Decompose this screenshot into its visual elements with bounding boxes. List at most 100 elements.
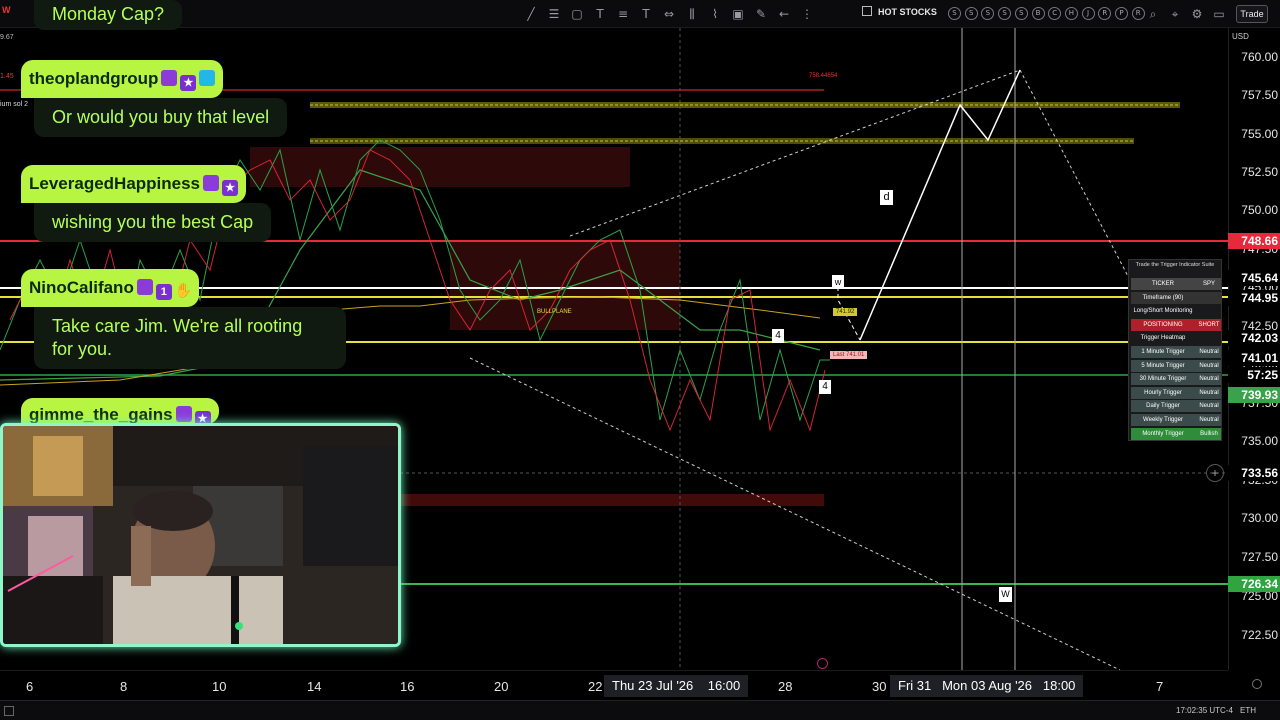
hot-stocks-label: HOT STOCKS (878, 7, 937, 17)
chat-username-4-text: gimme_the_gains (29, 405, 173, 424)
indicator-row-value: Bullish (1200, 430, 1218, 437)
text-T-icon[interactable]: T (591, 5, 609, 23)
time-tick: 7 (1156, 679, 1164, 694)
wave-w-label: w (832, 275, 844, 289)
price-tag: 744.95 (1228, 290, 1280, 306)
price-tick: 760.00 (1241, 50, 1278, 64)
fib-icon[interactable]: ≡ (614, 5, 632, 23)
chat-username-3: NinoCalifano 1 ✋ (21, 269, 199, 307)
indicator-row: Trigger Heatmap (1131, 332, 1221, 345)
hot-stocks-checkbox[interactable] (862, 6, 872, 16)
left-label: ium sol 2 (0, 101, 29, 108)
wave-d-label: d (880, 190, 893, 205)
bullplane-label: BULLPLANE (537, 309, 572, 315)
range-date-label: Fri 31 Mon 03 Aug '26 18:00 (890, 675, 1084, 697)
indicator-row-value: Neutral (1199, 362, 1219, 369)
indicator-row: POSITIONING SHORT (1131, 318, 1221, 331)
more-icon[interactable]: ⋮ (798, 5, 816, 23)
indicator-row-label: Weekly Trigger (1143, 417, 1183, 423)
symbol-shortcut-icon[interactable]: R (1098, 7, 1112, 20)
arrow-left-icon[interactable]: ← (775, 5, 793, 23)
trade-button[interactable]: Trade (1236, 5, 1268, 23)
symbol-shortcut-icon[interactable]: S (964, 7, 978, 20)
price-tick: 727.50 (1241, 550, 1278, 564)
indicator-panel: Trade the Trigger Indicator Suite TICKER… (1128, 259, 1222, 441)
symbol-shortcut-icon[interactable]: S (981, 7, 995, 20)
add-alert-icon[interactable]: + (1206, 464, 1224, 482)
symbol-shortcut-icon[interactable]: S (948, 7, 961, 20)
indicator-title: Trade the Trigger Indicator Suite (1135, 262, 1215, 268)
time-tick: 16 (400, 679, 415, 694)
indicator-row: 30 Minute Trigger Neutral (1131, 373, 1221, 386)
indicator-row-label: 5 Minute Trigger (1141, 362, 1185, 369)
horizontal-lines-icon[interactable]: ☰ (545, 5, 563, 23)
time-tick: 22 (588, 679, 603, 694)
vip-badge-icon: ★ (222, 180, 239, 196)
path-icon[interactable]: ⌇ (706, 5, 724, 23)
trend-down (1019, 69, 1131, 281)
price-tag: 57:25 (1228, 367, 1280, 383)
wave-4-label-b: 4 (819, 380, 831, 394)
rectangle-icon[interactable]: ▢ (568, 5, 586, 23)
price-tag: 726.34 (1228, 576, 1280, 592)
range-start-date: Fri 31 (898, 678, 932, 693)
symbol-shortcut-icon[interactable]: J (1081, 7, 1095, 20)
magnet-icon[interactable]: ⌖ (1166, 5, 1184, 23)
prime-badge-icon (136, 279, 153, 295)
range-time: 18:00 (1042, 678, 1076, 693)
currency-label[interactable]: USD (1232, 32, 1249, 41)
left-price-b: 1.45 (0, 73, 14, 80)
trend-upper (569, 69, 1021, 237)
price-tick: 752.50 (1241, 165, 1278, 179)
indicator-row-label: POSITIONING (1143, 321, 1183, 328)
price-tick: 755.00 (1241, 127, 1278, 141)
status-clock[interactable]: 17:02:35 UTC-4 (1176, 706, 1233, 715)
symbol-shortcut-icon[interactable]: H (1064, 7, 1078, 20)
symbol-shortcut-icon[interactable]: S (998, 7, 1012, 20)
chat-message-3: Take care Jim. We're all rooting for you… (34, 307, 346, 369)
text-icon[interactable]: T (637, 5, 655, 23)
chat-message-2: wishing you the best Cap (34, 203, 272, 242)
indicator-row-label: Monthly Trigger (1142, 430, 1184, 437)
measure-icon[interactable]: ⇔ (660, 5, 678, 23)
status-symbol[interactable]: ETH (1240, 706, 1256, 715)
webcam-image (3, 426, 398, 644)
indicator-row: 5 Minute Trigger Neutral (1131, 359, 1221, 372)
bar-pattern-icon[interactable]: ⫼ (683, 5, 701, 23)
camera-icon[interactable]: ▭ (1210, 5, 1228, 23)
indicator-row: Timeframe (90) (1131, 291, 1221, 304)
image-icon[interactable]: ▣ (729, 5, 747, 23)
symbol-shortcut-icon[interactable]: R (1131, 7, 1145, 20)
brush-icon[interactable]: ✎ (752, 5, 770, 23)
time-tick: 10 (212, 679, 227, 694)
price-tag: 739.93 (1228, 387, 1280, 403)
stream-screen: 758.44654 d 4 4 w W BULLPLANE 741.92 Las… (0, 0, 1280, 720)
time-axis[interactable]: 6 8 10 14 16 20 22 28 30 7 Thu 23 Jul '26 16:00 F… (0, 670, 1262, 700)
price-tick: 730.00 (1241, 511, 1278, 525)
chat-username-3-text: NinoCalifano (29, 278, 134, 297)
projection-path (859, 69, 1021, 341)
indicator-row-value: Neutral (1199, 376, 1219, 383)
price-tag: 742.03 (1228, 330, 1280, 346)
indicator-row-value: Neutral (1199, 349, 1219, 355)
hand-badge-icon: ✋ (174, 282, 193, 298)
trend-lower (469, 357, 1121, 671)
symbol-shortcut-icon[interactable]: C (1048, 7, 1062, 20)
zoom-icon[interactable]: ⌕ (1144, 5, 1162, 23)
demand-zone (400, 494, 824, 506)
status-toggle-icon[interactable] (4, 706, 14, 716)
last-price-box: Last 741.01 (830, 351, 868, 359)
symbol-shortcut-icon[interactable]: P (1115, 7, 1128, 20)
time-settings-icon[interactable] (1252, 679, 1262, 689)
symbol-shortcut-icon[interactable]: B (1031, 7, 1045, 20)
prime-badge-icon (175, 406, 192, 422)
price-axis[interactable]: 760.00 757.50 755.00 752.50 750.00 747.50 745.… (1228, 28, 1280, 670)
settings-icon[interactable]: ⚙ (1188, 5, 1206, 23)
event-marker-icon[interactable] (817, 658, 828, 669)
symbol-shortcut-icon[interactable]: S (1014, 7, 1028, 20)
indicator-row: Daily Trigger Neutral (1131, 400, 1221, 413)
indicator-row-label: Timeframe (90) (1142, 294, 1184, 301)
crosshair-icon[interactable]: ╱ (522, 5, 540, 23)
price-tick: 750.00 (1241, 203, 1278, 217)
hot-stocks-toggle[interactable]: HOT STOCKS (862, 6, 937, 17)
